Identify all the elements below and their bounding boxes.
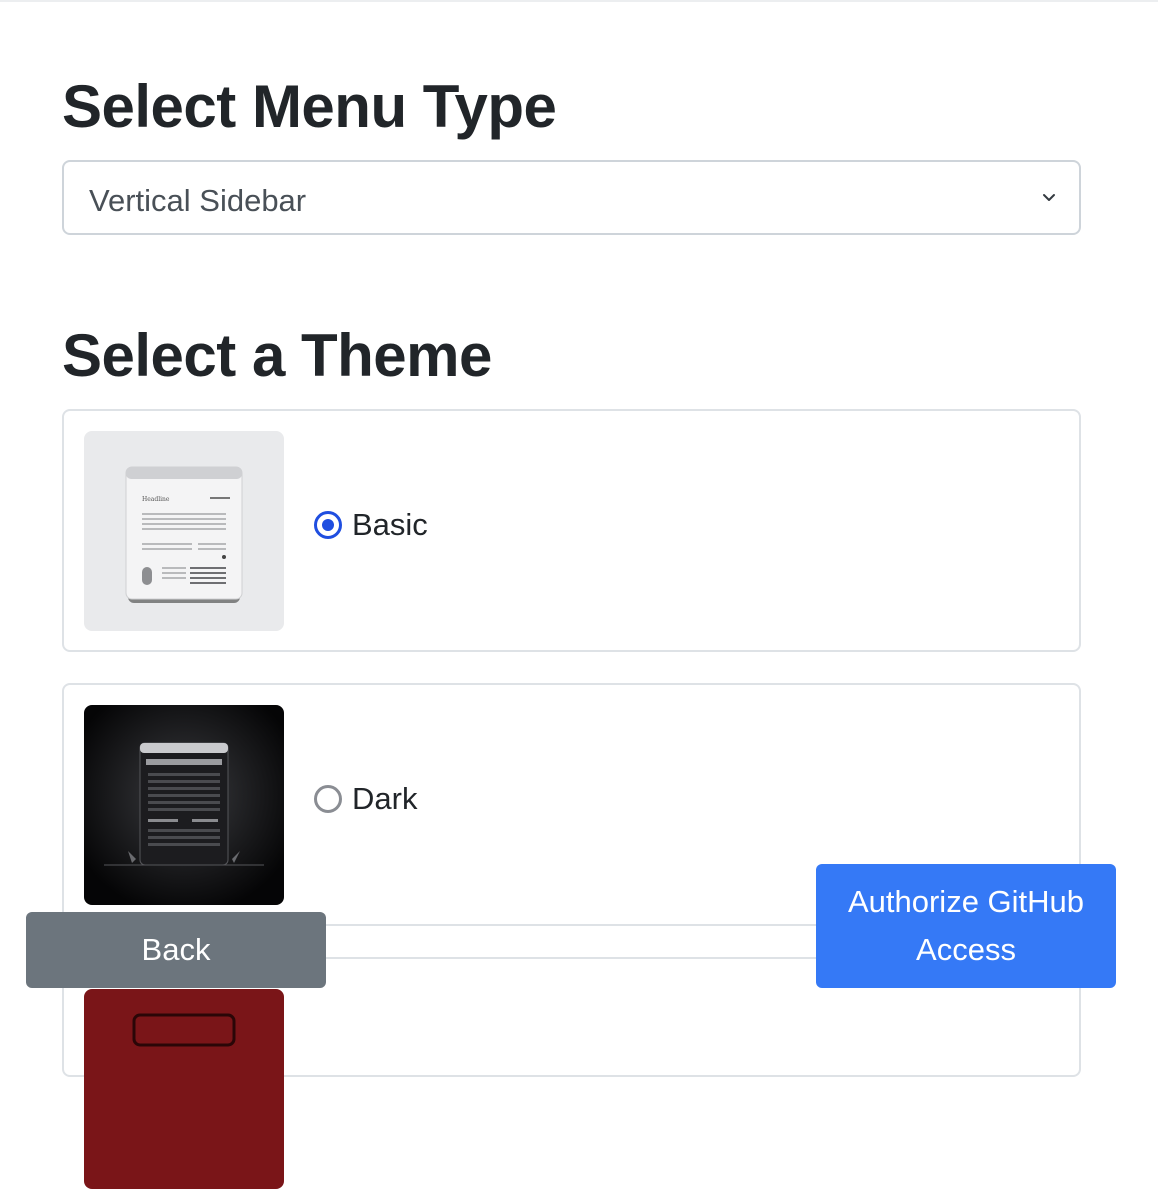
theme-label-dark: Dark — [352, 781, 418, 816]
theme-label-basic: Basic — [352, 507, 428, 542]
theme-card-basic[interactable]: Headline Basic — [62, 409, 1081, 652]
theme-heading: Select a Theme — [62, 322, 492, 389]
theme-radio-basic[interactable] — [314, 511, 342, 539]
theme-radio-dark[interactable] — [314, 785, 342, 813]
authorize-github-button[interactable]: Authorize GitHub Access — [816, 864, 1116, 988]
menu-type-select[interactable]: Vertical Sidebar — [62, 160, 1081, 235]
red-theme-thumbnail — [84, 989, 284, 1189]
top-divider — [0, 0, 1158, 2]
menu-type-selected-value: Vertical Sidebar — [89, 183, 307, 218]
basic-theme-thumbnail: Headline — [84, 431, 284, 631]
back-button[interactable]: Back — [26, 912, 326, 988]
svg-text:Headline: Headline — [142, 496, 170, 503]
dark-theme-thumbnail — [84, 705, 284, 905]
chevron-down-icon — [1043, 194, 1055, 201]
menu-type-heading: Select Menu Type — [62, 73, 557, 140]
